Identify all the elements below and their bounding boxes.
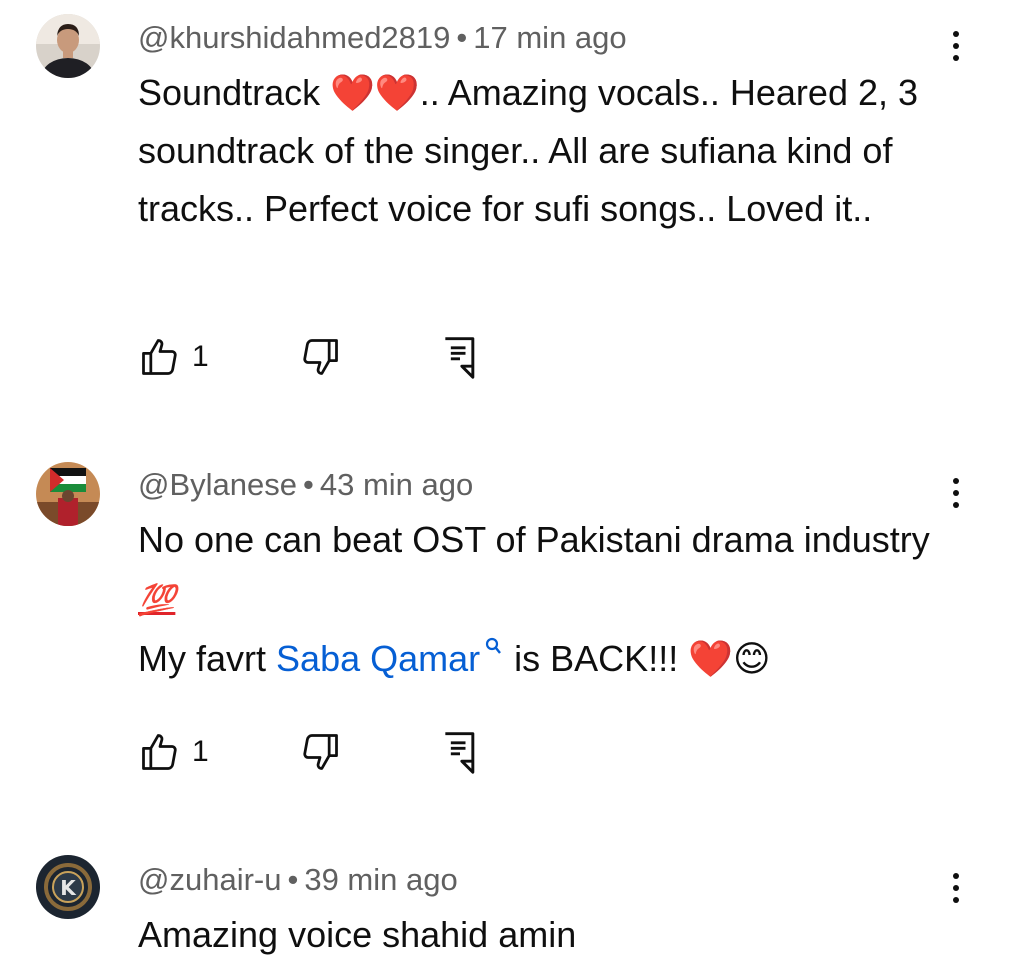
dislike-button[interactable] <box>298 334 342 380</box>
like-count: 1 <box>192 735 209 768</box>
meta-separator: • <box>287 862 299 897</box>
search-link-saba-qamar[interactable]: Saba Qamar <box>276 637 504 679</box>
meta-separator: • <box>456 20 468 55</box>
comment-actions: 1 <box>138 334 538 380</box>
reply-button[interactable] <box>440 334 480 380</box>
hundred-points-emoji: 💯 <box>138 584 176 617</box>
comment-line-1: No one can beat OST of Pakistani drama i… <box>138 519 930 560</box>
k-logo-avatar-icon: K <box>36 855 100 919</box>
comment-text: Soundtrack ❤️❤️.. Amazing vocals.. Heare… <box>138 72 919 229</box>
more-options-button[interactable] <box>940 866 972 910</box>
dislike-button[interactable] <box>298 729 342 775</box>
thumbs-up-icon <box>142 734 177 770</box>
comment-author[interactable]: @zuhair-u <box>138 862 281 897</box>
comment-text: Amazing voice shahid amin <box>138 914 577 955</box>
reply-comment-icon <box>445 337 475 379</box>
search-icon <box>486 637 502 654</box>
avatar[interactable] <box>36 462 100 526</box>
comment-line-2-prefix: My favrt <box>138 638 267 679</box>
comment-time: 43 min ago <box>319 467 474 502</box>
thumbs-down-icon <box>303 339 338 375</box>
more-options-button[interactable] <box>940 24 972 68</box>
avatar[interactable] <box>36 14 100 78</box>
reply-comment-icon <box>445 732 475 774</box>
svg-text:K: K <box>60 876 77 900</box>
more-vertical-icon <box>953 873 959 879</box>
user-photo-avatar-icon <box>36 14 100 78</box>
thumbs-down-icon <box>303 734 338 770</box>
more-vertical-icon <box>953 478 959 484</box>
comment-text: No one can beat OST of Pakistani drama i… <box>138 511 958 688</box>
reply-button[interactable] <box>440 729 480 775</box>
comment-actions: 1 <box>138 729 538 775</box>
meta-separator: • <box>303 467 314 502</box>
flag-photo-avatar-icon <box>36 462 100 526</box>
comment-meta: @Bylanese • 43 min ago <box>138 467 473 503</box>
like-button[interactable]: 1 <box>138 729 209 775</box>
like-button[interactable]: 1 <box>138 334 209 380</box>
comment-line-2-suffix: is BACK!!! <box>514 638 679 679</box>
like-count: 1 <box>192 340 209 373</box>
comment-time: 39 min ago <box>304 862 458 897</box>
more-options-button[interactable] <box>940 471 972 515</box>
comment-author[interactable]: @khurshidahmed2819 <box>138 20 450 55</box>
comment-meta: @zuhair-u • 39 min ago <box>138 862 458 898</box>
comment-author[interactable]: @Bylanese <box>138 467 297 502</box>
more-vertical-icon <box>953 31 959 37</box>
comment-time: 17 min ago <box>473 20 627 55</box>
comment-meta: @khurshidahmed2819 • 17 min ago <box>138 20 627 56</box>
avatar[interactable]: K <box>36 855 100 919</box>
emoji-tail: ❤️😊 <box>688 638 771 679</box>
thumbs-up-icon <box>142 339 177 375</box>
